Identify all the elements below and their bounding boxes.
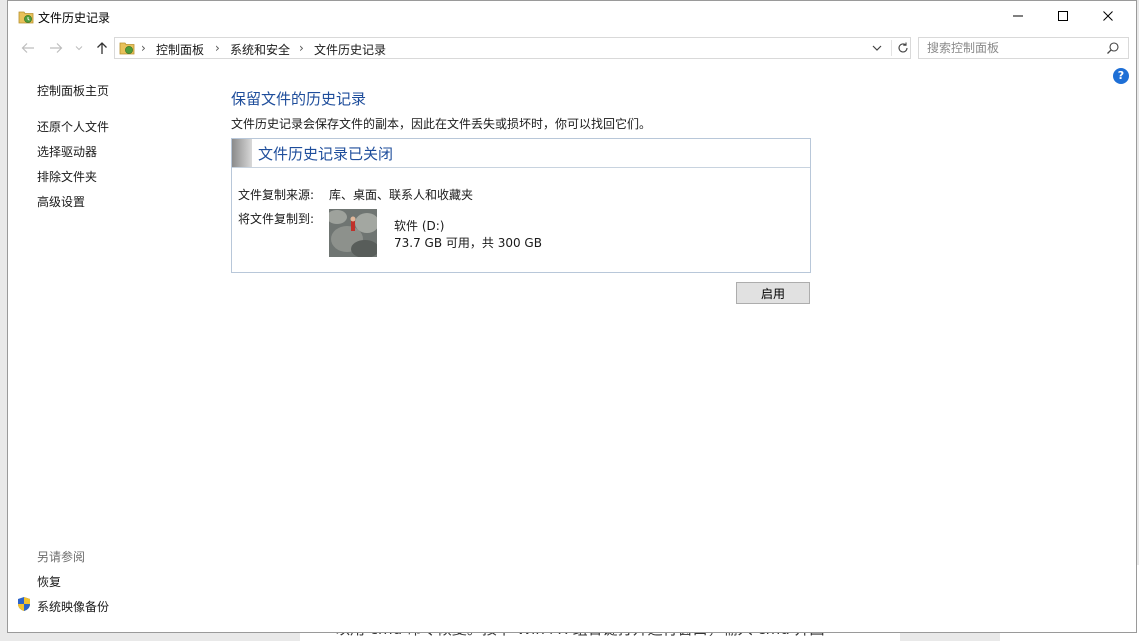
drive-name: 软件 (D:) bbox=[394, 219, 445, 233]
destination-label: 将文件复制到: bbox=[238, 212, 315, 226]
arrow-up-icon bbox=[97, 42, 107, 54]
search-input[interactable] bbox=[919, 38, 1115, 58]
enable-button[interactable]: 启用 bbox=[736, 282, 810, 304]
sidebar-item-recovery[interactable]: 恢复 bbox=[37, 573, 61, 590]
close-icon bbox=[1103, 11, 1113, 21]
breadcrumb-separator-icon[interactable]: › bbox=[215, 41, 220, 55]
status-title: 文件历史记录已关闭 bbox=[258, 145, 394, 163]
sidebar-item-advanced-settings[interactable]: 高级设置 bbox=[37, 193, 85, 210]
sidebar-item-restore-files[interactable]: 还原个人文件 bbox=[37, 118, 109, 135]
navigation-bar: › 控制面板 › 系统和安全 › 文件历史记录 bbox=[8, 35, 1136, 61]
drive-picture-icon bbox=[329, 209, 377, 257]
back-button[interactable] bbox=[18, 39, 38, 57]
file-history-icon bbox=[18, 11, 34, 24]
maximize-button[interactable] bbox=[1040, 1, 1086, 31]
breadcrumb-system-security[interactable]: 系统和安全 bbox=[230, 41, 290, 58]
minimize-button[interactable] bbox=[995, 1, 1041, 31]
close-button[interactable] bbox=[1085, 1, 1131, 31]
chevron-down-icon bbox=[75, 46, 83, 51]
drive-thumbnail bbox=[329, 209, 377, 257]
page-title: 保留文件的历史记录 bbox=[231, 90, 367, 108]
sidebar-item-system-image-backup[interactable]: 系统映像备份 bbox=[37, 598, 109, 615]
breadcrumb-separator-icon[interactable]: › bbox=[141, 41, 146, 55]
drive-space: 73.7 GB 可用，共 300 GB bbox=[394, 236, 542, 250]
sidebar-item-select-drive[interactable]: 选择驱动器 bbox=[37, 143, 97, 160]
sidebar-item-exclude-folders[interactable]: 排除文件夹 bbox=[37, 168, 97, 185]
search-box[interactable] bbox=[918, 37, 1129, 59]
window-title: 文件历史记录 bbox=[38, 11, 111, 25]
minimize-icon bbox=[1013, 15, 1023, 17]
status-panel: 文件历史记录已关闭 文件复制来源: 库、桌面、联系人和收藏夹 将文件复制到: 软… bbox=[231, 138, 811, 273]
forward-button[interactable] bbox=[46, 39, 66, 57]
see-also-heading: 另请参阅 bbox=[37, 550, 86, 564]
breadcrumb-file-history[interactable]: 文件历史记录 bbox=[314, 41, 386, 58]
page-description: 文件历史记录会保存文件的副本，因此在文件丢失或损坏时，你可以找回它们。 bbox=[231, 117, 652, 131]
search-icon[interactable] bbox=[1106, 41, 1120, 55]
chevron-down-icon[interactable] bbox=[870, 41, 884, 55]
status-swatch bbox=[232, 139, 252, 167]
maximize-icon bbox=[1058, 11, 1068, 21]
title-bar[interactable]: 文件历史记录 bbox=[8, 1, 1136, 33]
file-history-window: 文件历史记录 › 控制面板 › 系统和安全 › 文件历史记录 搜索控制面板 ? … bbox=[7, 0, 1137, 633]
source-value: 库、桌面、联系人和收藏夹 bbox=[329, 188, 474, 202]
breadcrumb-control-panel[interactable]: 控制面板 bbox=[156, 41, 204, 58]
refresh-icon[interactable] bbox=[891, 40, 911, 56]
sidebar-item-home[interactable]: 控制面板主页 bbox=[37, 82, 109, 99]
control-panel-icon bbox=[119, 42, 135, 55]
up-button[interactable] bbox=[92, 39, 112, 57]
recent-locations-button[interactable] bbox=[72, 39, 86, 57]
shield-icon bbox=[18, 597, 30, 611]
breadcrumb-separator-icon[interactable]: › bbox=[299, 41, 304, 55]
arrow-right-icon bbox=[50, 43, 63, 53]
source-label: 文件复制来源: bbox=[238, 188, 315, 202]
address-bar[interactable]: › 控制面板 › 系统和安全 › 文件历史记录 bbox=[114, 37, 911, 59]
help-icon[interactable]: ? bbox=[1113, 68, 1129, 84]
arrow-left-icon bbox=[21, 43, 34, 53]
status-panel-header: 文件历史记录已关闭 bbox=[232, 139, 810, 168]
